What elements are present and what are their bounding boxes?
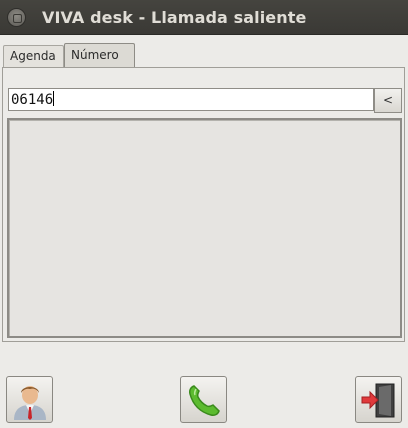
backspace-button[interactable]: < — [374, 88, 402, 113]
person-icon — [14, 386, 46, 420]
exit-door-icon — [361, 383, 395, 418]
window-close-button[interactable] — [7, 8, 26, 27]
exit-button[interactable] — [355, 376, 402, 423]
window-title: VIVA desk - Llamada saliente — [42, 8, 307, 27]
results-list[interactable] — [7, 118, 402, 338]
numero-panel: 06146 < — [2, 67, 405, 342]
text-cursor — [53, 91, 55, 106]
tab-agenda[interactable]: Agenda — [3, 45, 64, 67]
number-value: 06146 — [11, 92, 54, 108]
tab-numero[interactable]: Número — [64, 43, 135, 67]
number-input[interactable]: 06146 — [8, 88, 374, 111]
phone-icon — [189, 385, 220, 416]
title-bar: VIVA desk - Llamada saliente — [0, 0, 408, 35]
call-button[interactable] — [180, 376, 227, 423]
contacts-button[interactable] — [6, 376, 53, 423]
